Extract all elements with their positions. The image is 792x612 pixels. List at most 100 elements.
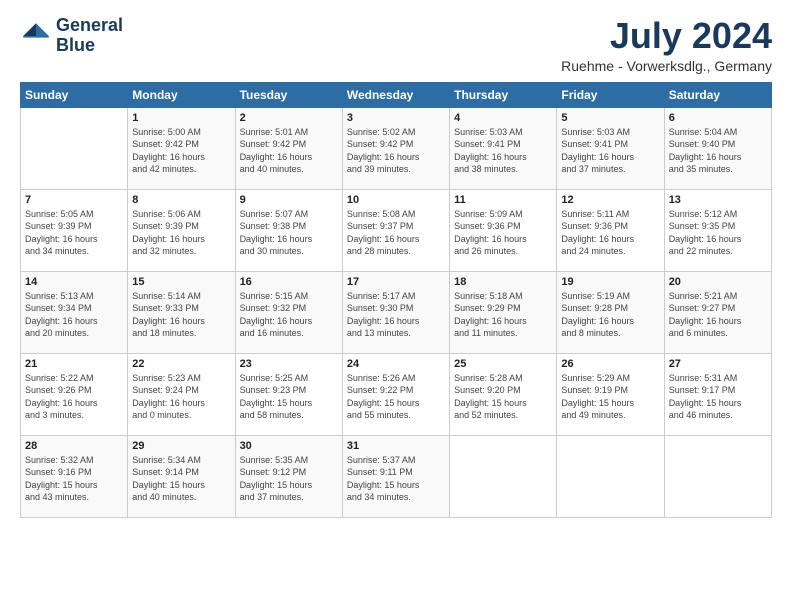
day-number: 26: [561, 358, 659, 370]
day-info: Sunrise: 5:17 AM Sunset: 9:30 PM Dayligh…: [347, 290, 445, 340]
day-info: Sunrise: 5:35 AM Sunset: 9:12 PM Dayligh…: [240, 454, 338, 504]
day-cell: 2Sunrise: 5:01 AM Sunset: 9:42 PM Daylig…: [235, 107, 342, 189]
day-number: 13: [669, 194, 767, 206]
day-info: Sunrise: 5:14 AM Sunset: 9:33 PM Dayligh…: [132, 290, 230, 340]
day-cell: [557, 435, 664, 517]
day-info: Sunrise: 5:26 AM Sunset: 9:22 PM Dayligh…: [347, 372, 445, 422]
day-info: Sunrise: 5:34 AM Sunset: 9:14 PM Dayligh…: [132, 454, 230, 504]
day-info: Sunrise: 5:37 AM Sunset: 9:11 PM Dayligh…: [347, 454, 445, 504]
day-number: 18: [454, 276, 552, 288]
calendar-table: SundayMondayTuesdayWednesdayThursdayFrid…: [20, 82, 772, 518]
day-cell: 12 Sunrise: 5:11 AM Sunset: 9:36 PM Dayli…: [557, 189, 664, 271]
day-info: Sunrise: 5:09 AM Sunset: 9:36 PM Dayligh…: [454, 208, 552, 258]
day-info: Sunrise: 5:19 AM Sunset: 9:28 PM Dayligh…: [561, 290, 659, 340]
day-cell: 13Sunrise: 5:12 AM Sunset: 9:35 PM Dayli…: [664, 189, 771, 271]
day-cell: 11 Sunrise: 5:09 AM Sunset: 9:36 PM Dayli…: [450, 189, 557, 271]
header-cell-thursday: Thursday: [450, 82, 557, 107]
day-info: Sunrise: 5:15 AM Sunset: 9:32 PM Dayligh…: [240, 290, 338, 340]
week-row-1: 7Sunrise: 5:05 AM Sunset: 9:39 PM Daylig…: [21, 189, 772, 271]
day-number: 20: [669, 276, 767, 288]
header-cell-saturday: Saturday: [664, 82, 771, 107]
day-cell: 9Sunrise: 5:07 AM Sunset: 9:38 PM Daylig…: [235, 189, 342, 271]
day-cell: 25 Sunrise: 5:28 AM Sunset: 9:20 PM Dayli…: [450, 353, 557, 435]
day-number: 25: [454, 358, 552, 370]
week-row-2: 14 Sunrise: 5:13 AM Sunset: 9:34 PM Dayli…: [21, 271, 772, 353]
logo-line2: Blue: [56, 36, 123, 56]
day-info: Sunrise: 5:25 AM Sunset: 9:23 PM Dayligh…: [240, 372, 338, 422]
day-cell: 1Sunrise: 5:00 AM Sunset: 9:42 PM Daylig…: [128, 107, 235, 189]
day-info: Sunrise: 5:08 AM Sunset: 9:37 PM Dayligh…: [347, 208, 445, 258]
day-info: Sunrise: 5:01 AM Sunset: 9:42 PM Dayligh…: [240, 126, 338, 176]
day-number: 30: [240, 440, 338, 452]
day-cell: 5 Sunrise: 5:03 AM Sunset: 9:41 PM Daylig…: [557, 107, 664, 189]
day-info: Sunrise: 5:03 AM Sunset: 9:41 PM Dayligh…: [454, 126, 552, 176]
logo-line1: General: [56, 16, 123, 36]
day-cell: 7Sunrise: 5:05 AM Sunset: 9:39 PM Daylig…: [21, 189, 128, 271]
day-cell: 23 Sunrise: 5:25 AM Sunset: 9:23 PM Dayli…: [235, 353, 342, 435]
day-number: 6: [669, 112, 767, 124]
day-number: 15: [132, 276, 230, 288]
day-info: Sunrise: 5:28 AM Sunset: 9:20 PM Dayligh…: [454, 372, 552, 422]
day-info: Sunrise: 5:32 AM Sunset: 9:16 PM Dayligh…: [25, 454, 123, 504]
week-row-0: 1Sunrise: 5:00 AM Sunset: 9:42 PM Daylig…: [21, 107, 772, 189]
day-number: 21: [25, 358, 123, 370]
day-info: Sunrise: 5:00 AM Sunset: 9:42 PM Dayligh…: [132, 126, 230, 176]
day-cell: [664, 435, 771, 517]
day-info: Sunrise: 5:29 AM Sunset: 9:19 PM Dayligh…: [561, 372, 659, 422]
day-number: 5: [561, 112, 659, 124]
day-number: 4: [454, 112, 552, 124]
day-info: Sunrise: 5:03 AM Sunset: 9:41 PM Dayligh…: [561, 126, 659, 176]
day-info: Sunrise: 5:11 AM Sunset: 9:36 PM Dayligh…: [561, 208, 659, 258]
day-number: 12: [561, 194, 659, 206]
day-cell: 21 Sunrise: 5:22 AM Sunset: 9:26 PM Dayli…: [21, 353, 128, 435]
day-cell: 31 Sunrise: 5:37 AM Sunset: 9:11 PM Dayli…: [342, 435, 449, 517]
day-cell: [450, 435, 557, 517]
day-number: 22: [132, 358, 230, 370]
week-row-3: 21 Sunrise: 5:22 AM Sunset: 9:26 PM Dayli…: [21, 353, 772, 435]
logo-text: General Blue: [56, 16, 123, 56]
day-info: Sunrise: 5:21 AM Sunset: 9:27 PM Dayligh…: [669, 290, 767, 340]
day-cell: 14 Sunrise: 5:13 AM Sunset: 9:34 PM Dayli…: [21, 271, 128, 353]
day-cell: 16 Sunrise: 5:15 AM Sunset: 9:32 PM Dayli…: [235, 271, 342, 353]
header-cell-friday: Friday: [557, 82, 664, 107]
month-title: July 2024: [561, 16, 772, 56]
day-cell: [21, 107, 128, 189]
title-block: July 2024 Ruehme - Vorwerksdlg., Germany: [561, 16, 772, 74]
logo-icon: [20, 20, 52, 52]
day-number: 29: [132, 440, 230, 452]
day-number: 8: [132, 194, 230, 206]
location: Ruehme - Vorwerksdlg., Germany: [561, 58, 772, 74]
day-cell: 6 Sunrise: 5:04 AM Sunset: 9:40 PM Daylig…: [664, 107, 771, 189]
day-cell: 27Sunrise: 5:31 AM Sunset: 9:17 PM Dayli…: [664, 353, 771, 435]
day-info: Sunrise: 5:07 AM Sunset: 9:38 PM Dayligh…: [240, 208, 338, 258]
header-cell-wednesday: Wednesday: [342, 82, 449, 107]
day-info: Sunrise: 5:04 AM Sunset: 9:40 PM Dayligh…: [669, 126, 767, 176]
day-cell: 8Sunrise: 5:06 AM Sunset: 9:39 PM Daylig…: [128, 189, 235, 271]
day-cell: 10Sunrise: 5:08 AM Sunset: 9:37 PM Dayli…: [342, 189, 449, 271]
day-number: 17: [347, 276, 445, 288]
day-cell: 4 Sunrise: 5:03 AM Sunset: 9:41 PM Daylig…: [450, 107, 557, 189]
day-number: 3: [347, 112, 445, 124]
day-number: 11: [454, 194, 552, 206]
day-cell: 18 Sunrise: 5:18 AM Sunset: 9:29 PM Dayli…: [450, 271, 557, 353]
day-number: 16: [240, 276, 338, 288]
day-info: Sunrise: 5:13 AM Sunset: 9:34 PM Dayligh…: [25, 290, 123, 340]
day-info: Sunrise: 5:22 AM Sunset: 9:26 PM Dayligh…: [25, 372, 123, 422]
day-number: 14: [25, 276, 123, 288]
day-number: 23: [240, 358, 338, 370]
day-info: Sunrise: 5:02 AM Sunset: 9:42 PM Dayligh…: [347, 126, 445, 176]
header-row: SundayMondayTuesdayWednesdayThursdayFrid…: [21, 82, 772, 107]
day-cell: 24Sunrise: 5:26 AM Sunset: 9:22 PM Dayli…: [342, 353, 449, 435]
header-cell-sunday: Sunday: [21, 82, 128, 107]
day-number: 19: [561, 276, 659, 288]
day-info: Sunrise: 5:23 AM Sunset: 9:24 PM Dayligh…: [132, 372, 230, 422]
day-cell: 3 Sunrise: 5:02 AM Sunset: 9:42 PM Daylig…: [342, 107, 449, 189]
header-cell-tuesday: Tuesday: [235, 82, 342, 107]
day-cell: 28Sunrise: 5:32 AM Sunset: 9:16 PM Dayli…: [21, 435, 128, 517]
day-info: Sunrise: 5:31 AM Sunset: 9:17 PM Dayligh…: [669, 372, 767, 422]
day-number: 31: [347, 440, 445, 452]
week-row-4: 28Sunrise: 5:32 AM Sunset: 9:16 PM Dayli…: [21, 435, 772, 517]
day-info: Sunrise: 5:18 AM Sunset: 9:29 PM Dayligh…: [454, 290, 552, 340]
day-cell: 19 Sunrise: 5:19 AM Sunset: 9:28 PM Dayli…: [557, 271, 664, 353]
day-cell: 26 Sunrise: 5:29 AM Sunset: 9:19 PM Dayli…: [557, 353, 664, 435]
